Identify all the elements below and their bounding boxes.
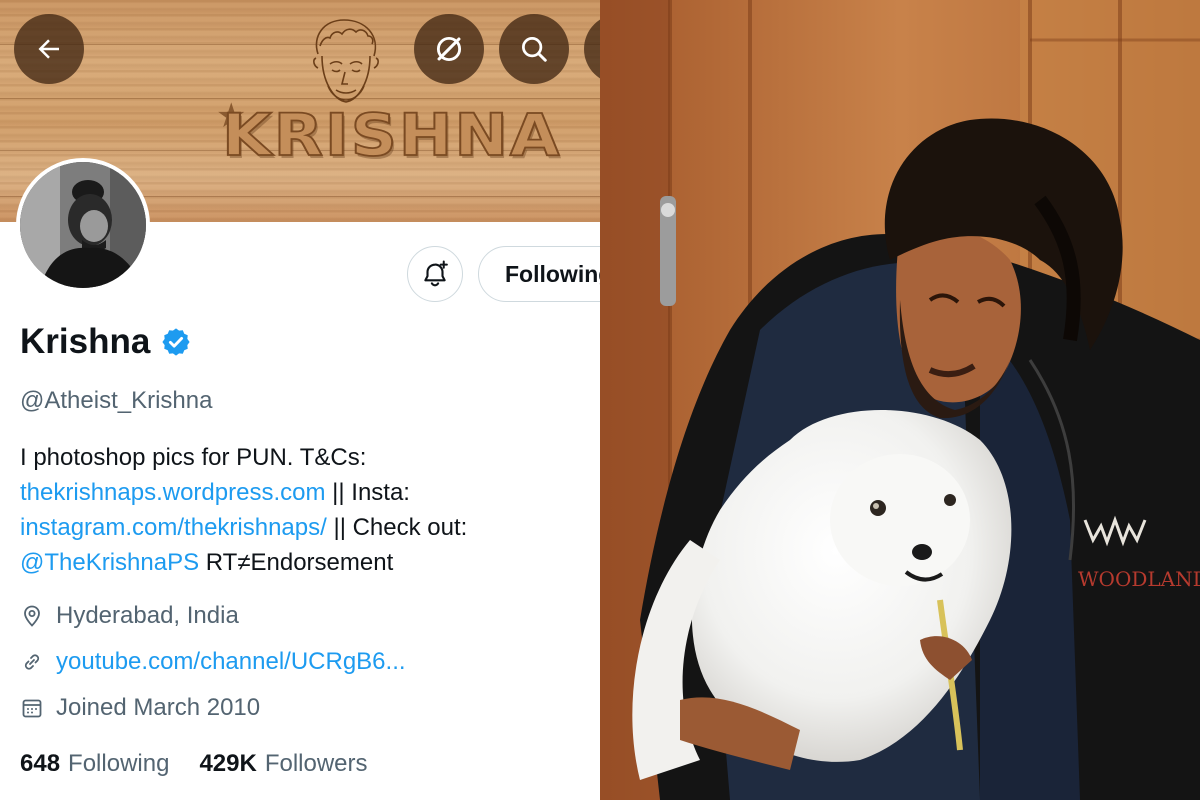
bio-line: @TheKrishnaPS RT≠Endorsement [20, 549, 394, 576]
following-label: Following [68, 750, 170, 777]
photo-man-with-dog: WOODLAND [600, 0, 1200, 800]
website-link[interactable]: youtube.com/channel/UCRgB6... [56, 648, 406, 676]
avatar-photo [20, 162, 146, 288]
following-stat[interactable]: 648 Following [20, 750, 169, 778]
logo-face-sketch [313, 19, 379, 103]
bio-link-instagram[interactable]: instagram.com/thekrishnaps/ [20, 514, 327, 541]
avatar[interactable] [16, 158, 150, 292]
banner-logo-text: KRISHNA [221, 102, 562, 170]
bio-line: instagram.com/thekrishnaps/ || Check out… [20, 514, 468, 541]
profile-name-row: Krishna [20, 322, 192, 362]
arrow-left-icon [38, 39, 59, 59]
calendar-icon [22, 699, 42, 718]
bio-line: I photoshop pics for PUN. T&Cs: [20, 444, 367, 471]
search-button[interactable] [499, 14, 569, 84]
back-button[interactable] [14, 14, 84, 84]
location-text: Hyderabad, India [56, 602, 239, 629]
grok-button[interactable] [414, 14, 484, 84]
profile-bio: I photoshop pics for PUN. T&Cs: thekrish… [20, 440, 590, 580]
more-button[interactable] [584, 14, 600, 84]
profile-handle: @Atheist_Krishna [20, 387, 213, 414]
followers-stat[interactable]: 429K Followers [199, 750, 367, 778]
follow-stats: 648 Following 429K Followers [20, 750, 398, 778]
joined-row: Joined March 2010 [20, 694, 260, 722]
followers-count: 429K [199, 750, 257, 777]
followers-label: Followers [264, 750, 368, 777]
joined-text: Joined March 2010 [56, 694, 261, 721]
following-count: 648 [20, 750, 61, 777]
shirt-logo-text: WOODLAND [1078, 567, 1200, 591]
website-row: youtube.com/channel/UCRgB6... [20, 648, 406, 676]
location-pin-icon [24, 605, 40, 627]
bio-mention[interactable]: @TheKrishnaPS [20, 549, 199, 576]
bio-line: thekrishnaps.wordpress.com || Insta: [20, 479, 410, 506]
bio-link-wordpress[interactable]: thekrishnaps.wordpress.com [20, 479, 325, 506]
search-icon [522, 37, 547, 62]
notify-button[interactable] [407, 246, 463, 302]
location-row: Hyderabad, India [20, 602, 239, 630]
link-icon [24, 654, 40, 670]
following-button[interactable]: Following [478, 246, 600, 302]
grok-icon [436, 36, 462, 62]
bell-plus-icon [424, 260, 448, 287]
profile-panel: ★ KRISHNA Followin Krishna @Atheist_Kris… [0, 0, 600, 800]
display-name: Krishna [20, 322, 151, 361]
verified-badge-icon[interactable] [160, 326, 192, 358]
